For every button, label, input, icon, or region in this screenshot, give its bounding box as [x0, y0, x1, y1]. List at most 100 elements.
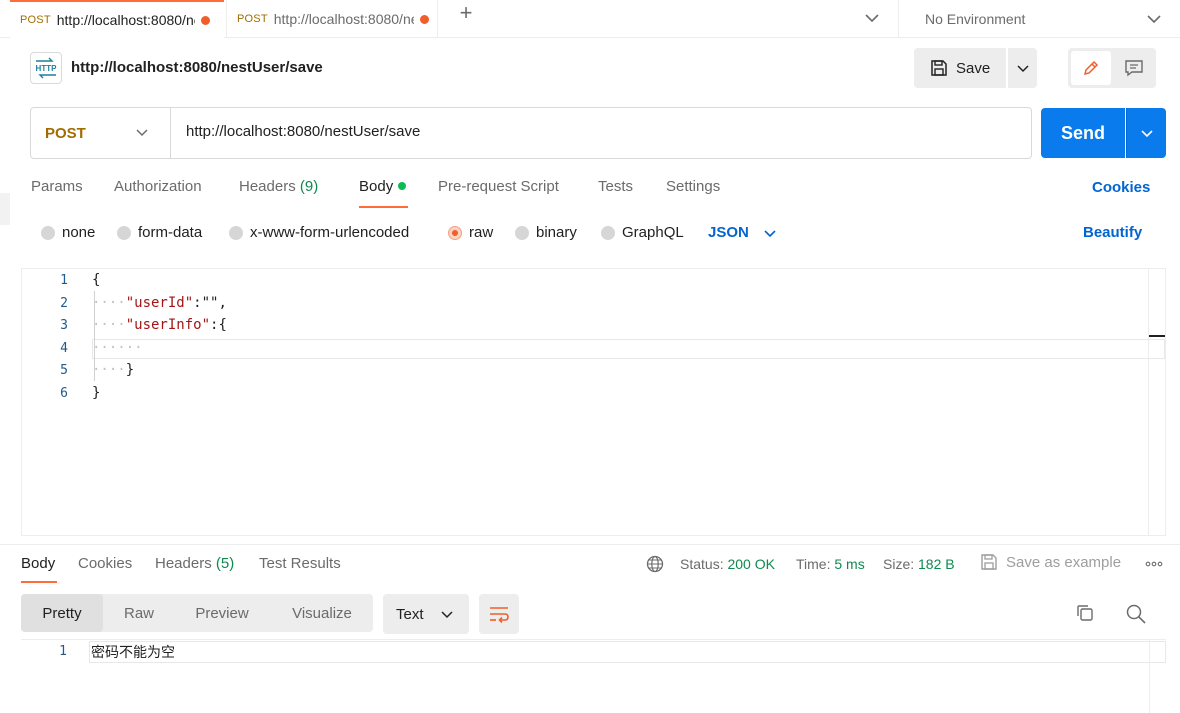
time-label: Time: [796, 556, 831, 572]
size-value: 182 B [918, 556, 955, 572]
tab-params[interactable]: Params [31, 178, 83, 195]
response-content-type-select[interactable]: Text [383, 594, 469, 634]
add-tab-icon[interactable]: + [454, 2, 478, 27]
tab-headers-label: Headers [239, 178, 296, 195]
line-number: 4 [60, 341, 68, 356]
line-number: 2 [60, 296, 68, 311]
tab-tests[interactable]: Tests [598, 178, 633, 195]
status-value: 200 OK [727, 556, 775, 572]
view-visualize[interactable]: Visualize [272, 594, 372, 632]
code-text: :{ [210, 317, 227, 333]
search-icon[interactable] [1125, 603, 1147, 630]
save-label: Save [956, 59, 991, 77]
method-select[interactable]: POST [31, 108, 171, 158]
response-time[interactable]: Time: 5 ms [796, 556, 865, 572]
save-icon [981, 554, 997, 570]
response-body-viewer[interactable]: 1 密码不能为空 [21, 639, 1166, 713]
editor-scrollbar[interactable] [1148, 269, 1149, 535]
tab-method: POST [237, 13, 268, 25]
tab-settings[interactable]: Settings [666, 178, 720, 195]
unsaved-dot-icon [200, 15, 210, 25]
http-request-icon: HTTP [30, 52, 62, 84]
radio-icon [601, 225, 615, 240]
svg-text:HTTP: HTTP [36, 64, 58, 73]
json-key: "userId" [125, 295, 194, 311]
raw-format-select[interactable]: JSON [708, 224, 777, 241]
save-as-example-button[interactable]: Save as example [980, 553, 1121, 571]
json-key: "userInfo" [125, 317, 211, 333]
radio-icon [229, 225, 243, 240]
body-type-binary[interactable]: binary [515, 224, 577, 241]
chevron-down-icon [440, 611, 453, 619]
headers-count: (9) [299, 178, 319, 195]
chevron-down-icon [1140, 130, 1153, 138]
globe-icon[interactable] [646, 555, 664, 578]
line-number: 1 [59, 644, 67, 659]
tab-body-label: Body [359, 178, 394, 195]
wrap-lines-button[interactable] [479, 594, 519, 634]
edit-mode-button[interactable] [1071, 51, 1111, 85]
line-number: 6 [60, 386, 68, 401]
tab-body[interactable]: Body [359, 178, 407, 195]
comments-mode-button[interactable] [1114, 51, 1154, 85]
more-options-icon[interactable] [1145, 555, 1163, 571]
line-number: 3 [60, 318, 68, 333]
body-type-urlencoded[interactable]: x-www-form-urlencoded [229, 224, 409, 241]
line-number: 1 [60, 273, 68, 288]
send-options-button[interactable] [1126, 108, 1166, 158]
save-button[interactable]: Save [914, 48, 1006, 88]
response-scrollbar[interactable] [1149, 640, 1150, 713]
status-label: Status: [680, 556, 724, 572]
environment-selector[interactable]: No Environment [898, 0, 1180, 38]
send-button[interactable]: Send [1041, 108, 1125, 158]
body-type-label: x-www-form-urlencoded [250, 224, 410, 241]
request-title[interactable]: http://localhost:8080/nestUser/save [71, 59, 323, 76]
chevron-down-icon [1016, 65, 1029, 73]
request-tab-1[interactable]: POST http://localhost:8080/nestUser/save [10, 0, 224, 38]
scrollbar-cursor-marker [1149, 335, 1165, 337]
cookies-link[interactable]: Cookies [1092, 179, 1150, 196]
body-editor[interactable]: 1 { 2 ····"userId":"", 3 ····"userInfo":… [21, 268, 1166, 536]
response-size[interactable]: Size: 182 B [883, 556, 955, 572]
view-pretty[interactable]: Pretty [21, 594, 103, 632]
response-tab-body[interactable]: Body [21, 555, 55, 572]
response-tab-cookies[interactable]: Cookies [78, 555, 132, 572]
tab-headers[interactable]: Headers (9) [239, 178, 318, 195]
copy-icon[interactable] [1075, 603, 1095, 628]
body-type-form-data[interactable]: form-data [117, 224, 202, 241]
chevron-down-icon [1144, 9, 1164, 32]
view-raw[interactable]: Raw [105, 594, 173, 632]
radio-icon [515, 225, 529, 240]
chevron-down-icon[interactable] [862, 8, 882, 28]
save-as-example-label: Save as example [1006, 553, 1122, 571]
time-value: 5 ms [834, 556, 865, 572]
tab-pre-request-script[interactable]: Pre-request Script [438, 178, 559, 195]
body-type-none[interactable]: none [41, 224, 95, 241]
body-type-label: form-data [138, 224, 203, 241]
whitespace-dots: ···· [92, 362, 126, 378]
response-status[interactable]: Status: 200 OK [680, 556, 775, 572]
response-tab-headers[interactable]: Headers (5) [155, 555, 234, 572]
tab-authorization[interactable]: Authorization [114, 178, 202, 195]
response-divider[interactable] [0, 544, 1180, 545]
body-type-label: binary [536, 224, 577, 241]
code-line: ······ [92, 340, 143, 356]
body-type-raw[interactable]: raw [448, 224, 493, 241]
code-text: { [92, 272, 101, 288]
code-text: } [92, 385, 101, 401]
response-tab-test-results[interactable]: Test Results [259, 555, 341, 572]
save-options-button[interactable] [1008, 48, 1037, 88]
beautify-button[interactable]: Beautify [1083, 224, 1142, 241]
line-number: 5 [60, 363, 68, 378]
url-input[interactable]: http://localhost:8080/nestUser/save [186, 123, 420, 140]
tab-url: http://localhost:8080/nestUser/save [273, 11, 414, 27]
comment-icon [1125, 60, 1143, 77]
method-label: POST [45, 124, 86, 142]
request-tab-2[interactable]: POST http://localhost:8080/nestUser/save [226, 0, 438, 38]
code-line: ····"userInfo":{ [92, 317, 227, 333]
response-text: 密码不能为空 [91, 645, 175, 661]
body-type-graphql[interactable]: GraphQL [601, 224, 684, 241]
pencil-icon [1083, 60, 1099, 76]
view-preview[interactable]: Preview [176, 594, 268, 632]
whitespace-dots: ···· [92, 317, 126, 333]
